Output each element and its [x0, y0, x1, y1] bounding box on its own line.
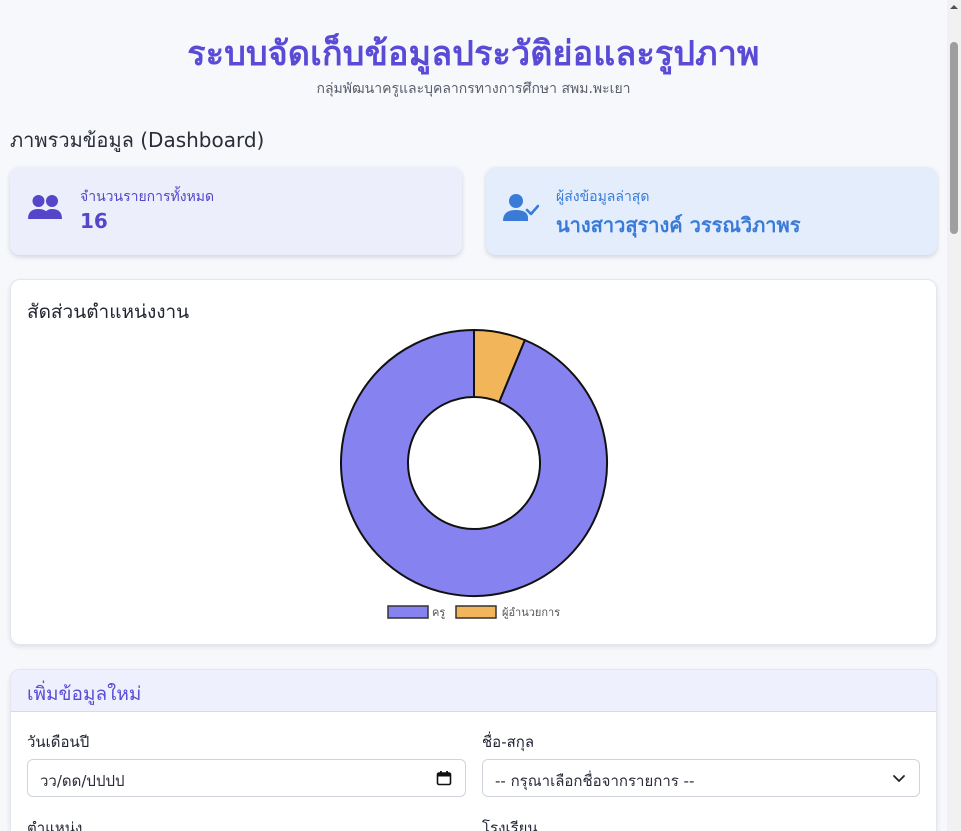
users-icon	[28, 195, 62, 219]
app-title: ระบบจัดเก็บข้อมูลประวัติย่อและรูปภาพ	[187, 34, 760, 74]
position-chart-card: สัดส่วนตำแหน่งงาน ครู ผู้อำนวยการ	[10, 279, 937, 645]
legend-swatch-0[interactable]	[387, 605, 429, 619]
school-label: โรงเรียน	[482, 819, 538, 831]
latest-submitter-value: นางสาวสุรางค์ วรรณวิภาพร	[556, 213, 801, 237]
name-label: ชื่อ-สกุล	[482, 733, 535, 751]
latest-submitter-label: ผู้ส่งข้อมูลล่าสุด	[556, 189, 650, 205]
total-records-label: จำนวนรายการทั้งหมด	[80, 189, 215, 205]
name-select[interactable]: -- กรุณาเลือกชื่อจากรายการ --	[482, 759, 920, 797]
date-input[interactable]: วว/ดด/ปปปป	[27, 759, 466, 797]
app-subtitle: กลุ่มพัฒนาครูและบุคลากรทางการศึกษา สพม.พ…	[316, 81, 631, 97]
scroll-thumb[interactable]	[950, 42, 958, 234]
position-label: ตำแหน่ง	[27, 819, 83, 831]
legend-label-0: ครู	[432, 606, 445, 619]
calendar-icon[interactable]	[436, 770, 452, 786]
donut-slice-0[interactable]	[340, 328, 608, 597]
legend-label-1: ผู้อำนวยการ	[502, 606, 560, 619]
legend-swatch-1[interactable]	[455, 605, 497, 619]
page: ระบบจัดเก็บข้อมูลประวัติย่อและรูปภาพ กลุ…	[0, 0, 947, 831]
date-input-placeholder: วว/ดด/ปปปป	[40, 772, 125, 790]
form-title: เพิ่มข้อมูลใหม่	[27, 683, 142, 705]
total-records-value: 16	[80, 209, 108, 233]
name-select-value: -- กรุณาเลือกชื่อจากรายการ --	[495, 772, 695, 790]
chevron-down-icon	[893, 775, 905, 782]
latest-submitter-card: ผู้ส่งข้อมูลล่าสุด นางสาวสุรางค์ วรรณวิภ…	[486, 167, 937, 255]
date-label: วันเดือนปี	[27, 733, 90, 751]
new-record-form: เพิ่มข้อมูลใหม่ วันเดือนปี วว/ดด/ปปปป ชื…	[10, 669, 937, 831]
page-scrollbar[interactable]	[947, 0, 961, 831]
dashboard-heading: ภาพรวมข้อมูล (Dashboard)	[10, 128, 265, 152]
position-donut-chart: ครู ผู้อำนวยการ	[340, 328, 608, 619]
form-header: เพิ่มข้อมูลใหม่	[11, 670, 936, 712]
total-records-card: จำนวนรายการทั้งหมด 16	[10, 167, 462, 255]
scroll-up-arrow-icon[interactable]	[950, 3, 958, 11]
user-check-icon	[503, 194, 539, 221]
